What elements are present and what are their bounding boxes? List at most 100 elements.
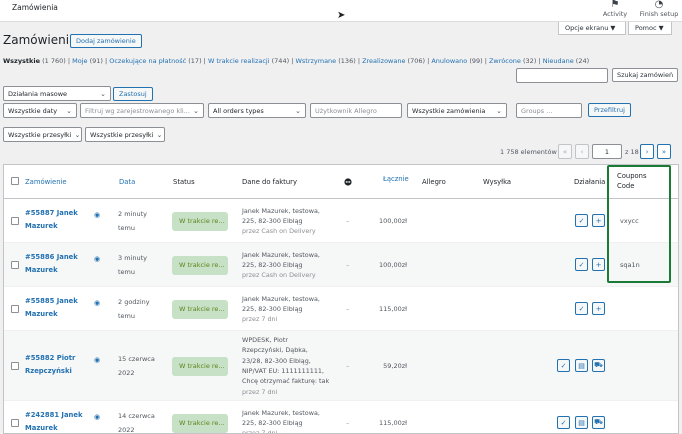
- order-total: 115,00zł: [378, 305, 407, 313]
- order-types-value: All orders types: [213, 106, 264, 115]
- order-link[interactable]: #55887 Janek Mazurek: [25, 207, 85, 233]
- eye-icon[interactable]: ◉: [94, 299, 100, 307]
- order-link[interactable]: #55885 Janek Mazurek: [25, 295, 85, 321]
- action-button[interactable]: ⛟: [592, 416, 605, 429]
- status-view-count: (24): [575, 57, 590, 65]
- action-button[interactable]: ✓: [557, 416, 570, 429]
- order-date-line1: 14 czerwca: [118, 412, 155, 420]
- coupons-highlight: [607, 165, 671, 283]
- action-button[interactable]: ✓: [557, 359, 570, 372]
- column-total[interactable]: Łącznie: [383, 165, 409, 195]
- action-button[interactable]: ✓: [575, 302, 588, 315]
- check-icon: ✓: [560, 361, 567, 370]
- action-button[interactable]: ✓: [575, 258, 588, 271]
- screen-options-button[interactable]: Opcje ekranu ▼: [558, 22, 626, 35]
- status-view-link[interactable]: Wszystkie: [3, 57, 40, 65]
- order-link[interactable]: #55886 Janek Mazurek: [25, 251, 85, 277]
- chevron-down-icon: ⌄: [100, 89, 106, 98]
- status-view-link[interactable]: Moje: [72, 57, 87, 65]
- billing-address: Janek Mazurek, testowa, 225, 82-300 Elblą…: [242, 408, 342, 433]
- billing-line: NIP/VAT EU: 1111111111,: [242, 366, 325, 375]
- status-view-link[interactable]: Anulowano: [431, 57, 467, 65]
- row-checkbox[interactable]: [11, 217, 19, 225]
- action-button[interactable]: ▤: [575, 359, 588, 372]
- plus-icon: +: [595, 260, 602, 269]
- notes-value: –: [346, 217, 350, 225]
- status-view-link[interactable]: Wstrzymane: [295, 57, 336, 65]
- action-button[interactable]: +: [592, 258, 605, 271]
- chevron-down-icon: ⌄: [193, 106, 199, 115]
- action-button[interactable]: +: [592, 214, 605, 227]
- eye-icon[interactable]: ◉: [94, 356, 100, 364]
- status-view-link[interactable]: Zrealizowane: [362, 57, 405, 65]
- next-page-button[interactable]: ›: [640, 144, 654, 159]
- action-button[interactable]: ▤: [575, 416, 588, 429]
- status-view-link[interactable]: Nieudane: [543, 57, 574, 65]
- order-link[interactable]: #55882 Piotr Rzepczyński: [25, 352, 85, 378]
- eye-icon[interactable]: ◉: [94, 413, 100, 421]
- add-order-button[interactable]: Dodaj zamówienie: [70, 34, 142, 48]
- order-types-select[interactable]: All orders types ⌄: [208, 103, 306, 118]
- order-date-line2: temu: [118, 268, 135, 276]
- order-id: #55882 Piotr: [25, 354, 76, 362]
- order-id: #55885 Janek: [25, 297, 78, 305]
- last-page-button[interactable]: »: [657, 144, 671, 159]
- customer-filter-select[interactable]: Filtruj wg zarejestrowanego kli... ⌄: [80, 103, 204, 118]
- shipments-value-2: Wszystkie przesyłki: [90, 130, 154, 139]
- apply-button[interactable]: Zastosuj: [113, 87, 153, 101]
- order-date-line1: 3 minuty: [118, 254, 147, 262]
- row-checkbox[interactable]: [11, 362, 19, 370]
- billing-line: 225, 82-300 Elbląg: [242, 304, 303, 313]
- billing-address: Janek Mazurek, testowa, 225, 82-300 Elblą…: [242, 250, 342, 281]
- order-link[interactable]: #242881 Janek Mazurek: [25, 409, 85, 433]
- action-button[interactable]: ⛟: [592, 359, 605, 372]
- column-date[interactable]: Data: [119, 165, 135, 198]
- billing-address: WPDESK, Piotr Rzepczyński, Dąbka, 23/28, 8…: [242, 335, 342, 397]
- check-icon: ✓: [578, 304, 585, 313]
- search-input[interactable]: [516, 68, 608, 83]
- search-button[interactable]: Szukaj zamówień: [612, 68, 679, 82]
- shipments-select-2[interactable]: Wszystkie przesyłki ⌄: [85, 127, 165, 142]
- column-billing: Dane do faktury: [242, 177, 297, 186]
- order-date-line2: temu: [118, 312, 135, 320]
- table-row: #242881 Janek Mazurek ◉ 14 czerwca 2022 W tra…: [4, 401, 678, 433]
- row-checkbox[interactable]: [11, 261, 19, 269]
- prev-page-button[interactable]: ‹: [575, 144, 589, 159]
- all-orders-select[interactable]: Wszystkie zamówienia ⌄: [407, 103, 507, 118]
- groups-input[interactable]: Groups ...: [516, 103, 582, 118]
- status-view-link[interactable]: Oczekujące na płatność: [109, 57, 186, 65]
- dates-select[interactable]: Wszystkie daty ⌄: [3, 103, 77, 118]
- status-view-link[interactable]: W trakcie realizacji: [208, 57, 270, 65]
- status-view-count: (136): [338, 57, 356, 65]
- select-all-checkbox[interactable]: [11, 177, 19, 185]
- payment-method: przez Cash on Delivery: [242, 271, 316, 280]
- status-badge: W trakcie re...: [172, 299, 228, 319]
- row-checkbox[interactable]: [11, 419, 19, 427]
- order-date: 15 czerwca 2022: [118, 352, 168, 380]
- status-view-link[interactable]: Zwrócone: [489, 57, 521, 65]
- notes-value: –: [346, 362, 350, 370]
- column-order[interactable]: Zamówienie: [25, 165, 67, 198]
- allegro-user-input[interactable]: Użytkownik Allegro: [310, 103, 402, 118]
- activity-button[interactable]: ⚑ Activity: [602, 0, 628, 18]
- finish-setup-button[interactable]: ◔ Finish setup: [638, 0, 680, 18]
- shipments-select-1[interactable]: Wszystkie przesyłki ⌄: [3, 127, 82, 142]
- check-icon: ✓: [560, 418, 567, 427]
- current-page-input[interactable]: 1: [592, 144, 622, 159]
- status-view-count: (32): [523, 57, 537, 65]
- table-row: #55882 Piotr Rzepczyński ◉ 15 czerwca 2022 W …: [4, 331, 678, 401]
- action-button[interactable]: +: [592, 302, 605, 315]
- eye-icon[interactable]: ◉: [94, 211, 100, 219]
- order-date: 2 godziny temu: [118, 295, 168, 323]
- action-button[interactable]: ✓: [575, 214, 588, 227]
- bulk-actions-select[interactable]: Działania masowe ⌄: [3, 86, 111, 101]
- order-date-line2: temu: [118, 224, 135, 232]
- order-date: 2 minuty temu: [118, 207, 168, 235]
- row-checkbox[interactable]: [11, 305, 19, 313]
- help-button[interactable]: Pomoc ▼: [628, 22, 672, 35]
- first-page-button[interactable]: «: [558, 144, 572, 159]
- plus-icon: +: [595, 216, 602, 225]
- filter-button[interactable]: Przefiltruj: [588, 103, 631, 117]
- chevron-down-icon: ⌄: [156, 130, 163, 139]
- eye-icon[interactable]: ◉: [94, 255, 100, 263]
